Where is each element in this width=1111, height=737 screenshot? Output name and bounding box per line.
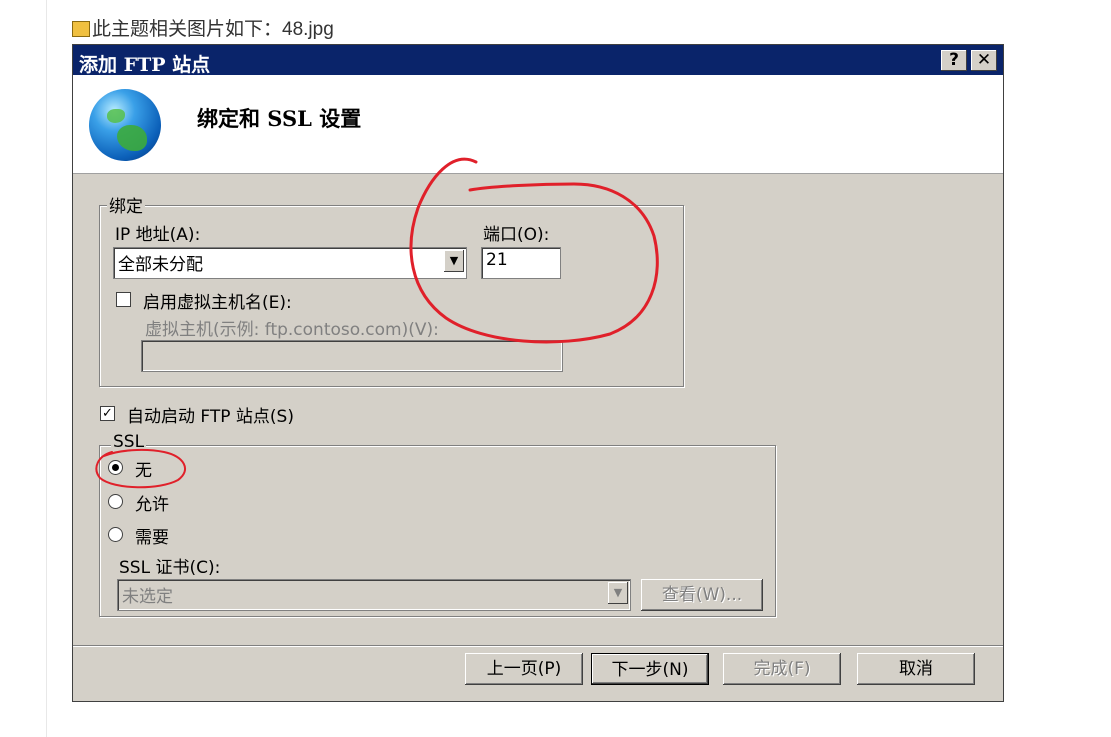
- ssl-allow-radio[interactable]: [108, 494, 123, 509]
- dialog-titlebar: 添加 FTP 站点 ? ✕: [73, 45, 1003, 76]
- chevron-down-icon[interactable]: ▼: [444, 250, 464, 272]
- dialog-title: 添加 FTP 站点: [79, 54, 211, 76]
- port-label: 端口(O):: [483, 225, 550, 245]
- page-heading: 绑定和 SSL 设置: [197, 106, 362, 131]
- cancel-button[interactable]: 取消: [857, 653, 975, 685]
- ssl-allow-label: 允许: [135, 495, 169, 515]
- next-button[interactable]: 下一步(N): [591, 653, 709, 685]
- close-button[interactable]: ✕: [971, 50, 997, 71]
- ssl-none-radio[interactable]: [108, 460, 123, 475]
- prev-button[interactable]: 上一页(P): [465, 653, 583, 685]
- ssl-cert-dropdown[interactable]: 未选定 ▼: [117, 579, 631, 611]
- attachment-caption-text: 此主题相关图片如下：48.jpg: [92, 19, 334, 40]
- autostart-label: 自动启动 FTP 站点(S): [127, 407, 294, 427]
- attachment-icon: [72, 20, 90, 37]
- ssl-cert-value: 未选定: [122, 587, 173, 607]
- port-input[interactable]: 21: [481, 247, 561, 279]
- ip-address-dropdown[interactable]: 全部未分配 ▼: [113, 247, 467, 279]
- globe-icon: [89, 89, 161, 161]
- binding-legend: 绑定: [107, 192, 145, 217]
- port-value: 21: [486, 250, 508, 270]
- ssl-require-label: 需要: [135, 528, 169, 548]
- wizard-header: 绑定和 SSL 设置: [73, 75, 1003, 174]
- page-left-rule: [46, 0, 47, 737]
- ssl-require-radio[interactable]: [108, 527, 123, 542]
- add-ftp-site-dialog: 添加 FTP 站点 ? ✕ 绑定和 SSL 设置 绑定 IP 地址(A): 全部…: [72, 44, 1004, 702]
- ssl-none-label: 无: [135, 461, 152, 481]
- view-cert-button[interactable]: 查看(W)...: [641, 579, 763, 611]
- help-button[interactable]: ?: [941, 50, 967, 71]
- chevron-down-icon[interactable]: ▼: [608, 582, 628, 604]
- vhost-checkbox[interactable]: [116, 292, 131, 307]
- ip-address-value: 全部未分配: [118, 255, 203, 275]
- vhost-checkbox-label: 启用虚拟主机名(E):: [143, 293, 292, 313]
- vhost-hint: 虚拟主机(示例: ftp.contoso.com)(V):: [145, 320, 439, 340]
- ssl-cert-label: SSL 证书(C):: [119, 558, 221, 578]
- finish-button[interactable]: 完成(F): [723, 653, 841, 685]
- vhost-input[interactable]: [141, 340, 563, 372]
- ip-address-label: IP 地址(A):: [115, 225, 201, 245]
- autostart-checkbox[interactable]: ✓: [100, 406, 115, 421]
- attachment-caption[interactable]: 此主题相关图片如下：48.jpg: [72, 14, 334, 41]
- ssl-legend: SSL: [111, 432, 147, 452]
- footer-separator: [73, 645, 1003, 647]
